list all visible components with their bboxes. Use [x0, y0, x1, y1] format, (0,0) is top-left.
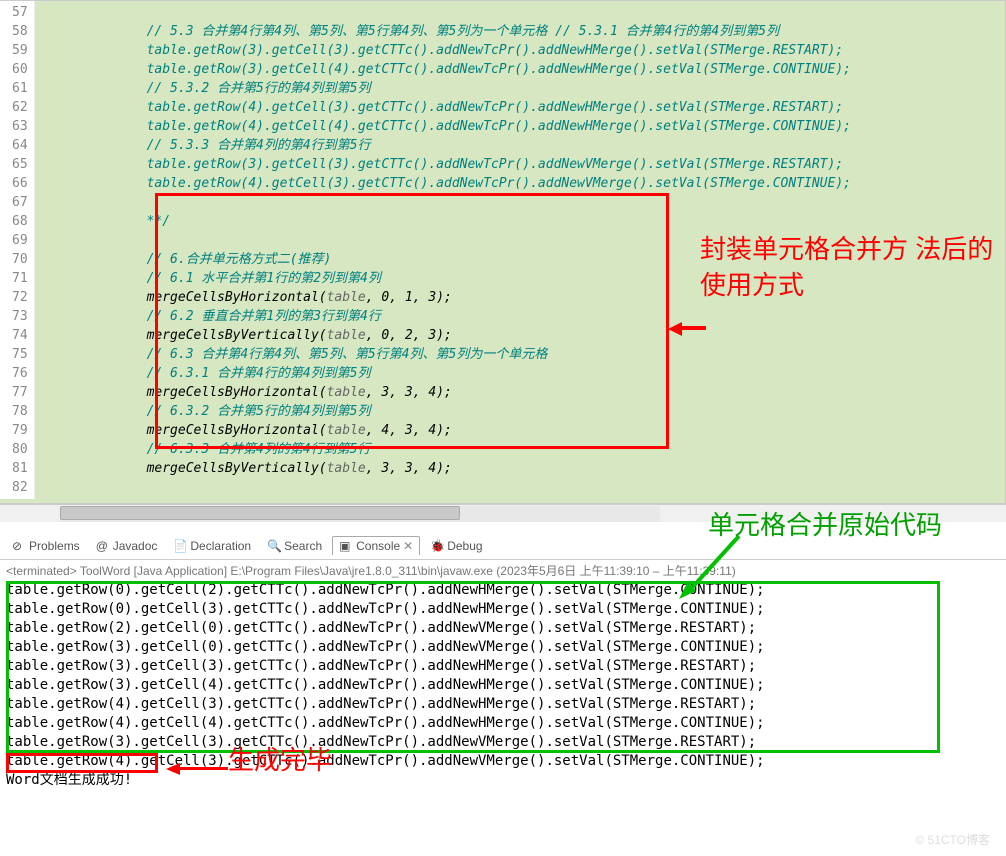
red-arrow-icon — [668, 316, 708, 336]
annotation-encapsulated-merge: 封装单元格合并方 法后的使用方式 — [700, 231, 1005, 303]
code-line[interactable]: **/ — [53, 212, 1005, 231]
code-line[interactable]: mergeCellsByHorizontal(table, 3, 3, 4); — [53, 383, 1005, 402]
code-line[interactable]: // 6.3.1 合并第4行的第4列到第5列 — [53, 364, 1005, 383]
console-line: table.getRow(4).getCell(3).getCTTc().add… — [6, 695, 1000, 714]
code-editor[interactable]: 5758596061626364656667686970717273747576… — [0, 0, 1006, 504]
debug-icon: 🐞 — [430, 539, 444, 553]
console-line: table.getRow(2).getCell(0).getCTTc().add… — [6, 619, 1000, 638]
console-output[interactable]: 生成完毕 table.getRow(0).getCell(2).getCTTc(… — [0, 581, 1006, 796]
scroll-thumb[interactable] — [60, 506, 460, 520]
problems-icon: ⊘ — [12, 539, 26, 553]
line-number: 64 — [12, 136, 28, 155]
code-line[interactable] — [53, 3, 1005, 22]
line-number: 68 — [12, 212, 28, 231]
console-icon: ▣ — [339, 539, 353, 553]
code-line[interactable] — [53, 478, 1005, 497]
code-line[interactable]: mergeCellsByHorizontal(table, 4, 3, 4); — [53, 421, 1005, 440]
line-number: 65 — [12, 155, 28, 174]
code-line[interactable]: // 6.3.3 合并第4列的第4行到第5行 — [53, 440, 1005, 459]
line-number: 62 — [12, 98, 28, 117]
line-number: 78 — [12, 402, 28, 421]
line-number: 72 — [12, 288, 28, 307]
tab-label: Debug — [447, 539, 482, 553]
line-gutter: 5758596061626364656667686970717273747576… — [0, 1, 35, 499]
console-line: table.getRow(3).getCell(3).getCTTc().add… — [6, 733, 1000, 752]
console-line: table.getRow(3).getCell(0).getCTTc().add… — [6, 638, 1000, 657]
line-number: 79 — [12, 421, 28, 440]
tab-label: Search — [284, 539, 322, 553]
console-line: table.getRow(0).getCell(3).getCTTc().add… — [6, 600, 1000, 619]
line-number: 76 — [12, 364, 28, 383]
line-number: 67 — [12, 193, 28, 212]
line-number: 59 — [12, 41, 28, 60]
code-line[interactable]: // 6.3 合并第4行第4列、第5列、第5行第4列、第5列为一个单元格 — [53, 345, 1005, 364]
tab-search[interactable]: 🔍Search — [261, 537, 328, 555]
code-line[interactable]: // 5.3.3 合并第4列的第4行到第5行 — [53, 136, 1005, 155]
line-number: 71 — [12, 269, 28, 288]
tab-problems[interactable]: ⊘Problems — [6, 537, 86, 555]
tab-javadoc[interactable]: @Javadoc — [90, 537, 164, 555]
tab-label: Javadoc — [113, 539, 158, 553]
line-number: 77 — [12, 383, 28, 402]
close-icon[interactable]: ✕ — [403, 539, 413, 553]
console-line: table.getRow(3).getCell(4).getCTTc().add… — [6, 676, 1000, 695]
tab-declaration[interactable]: 📄Declaration — [167, 537, 257, 555]
annotation-done: 生成完毕 — [228, 751, 332, 770]
javadoc-icon: @ — [96, 539, 110, 553]
console-line: table.getRow(0).getCell(2).getCTTc().add… — [6, 581, 1000, 600]
code-line[interactable]: table.getRow(4).getCell(4).getCTTc().add… — [53, 117, 1005, 136]
code-line[interactable]: table.getRow(3).getCell(3).getCTTc().add… — [53, 155, 1005, 174]
line-number: 75 — [12, 345, 28, 364]
line-number: 57 — [12, 3, 28, 22]
code-line[interactable]: mergeCellsByVertically(table, 0, 2, 3); — [53, 326, 1005, 345]
code-line[interactable]: // 5.3.2 合并第5行的第4列到第5列 — [53, 79, 1005, 98]
tab-console[interactable]: ▣Console ✕ — [332, 536, 420, 555]
watermark: © 51CTO博客 — [915, 831, 990, 848]
console-line: table.getRow(3).getCell(3).getCTTc().add… — [6, 657, 1000, 676]
code-line[interactable]: table.getRow(3).getCell(3).getCTTc().add… — [53, 41, 1005, 60]
code-line[interactable]: table.getRow(3).getCell(4).getCTTc().add… — [53, 60, 1005, 79]
line-number: 73 — [12, 307, 28, 326]
console-line: table.getRow(4).getCell(4).getCTTc().add… — [6, 714, 1000, 733]
line-number: 81 — [12, 459, 28, 478]
code-line[interactable]: mergeCellsByVertically(table, 3, 3, 4); — [53, 459, 1005, 478]
line-number: 69 — [12, 231, 28, 250]
code-line[interactable]: // 6.2 垂直合并第1列的第3行到第4行 — [53, 307, 1005, 326]
line-number: 66 — [12, 174, 28, 193]
red-arrow-icon-2 — [166, 759, 228, 779]
code-line[interactable]: table.getRow(4).getCell(3).getCTTc().add… — [53, 98, 1005, 117]
line-number: 58 — [12, 22, 28, 41]
code-line[interactable] — [53, 193, 1005, 212]
search-icon: 🔍 — [267, 539, 281, 553]
line-number: 63 — [12, 117, 28, 136]
tab-label: Console — [356, 539, 400, 553]
annotation-original-code: 单元格合并原始代码 — [708, 505, 942, 542]
console-line: Word文档生成成功! — [6, 771, 1000, 790]
tab-label: Declaration — [190, 539, 251, 553]
line-number: 70 — [12, 250, 28, 269]
tab-label: Problems — [29, 539, 80, 553]
line-number: 80 — [12, 440, 28, 459]
declaration-icon: 📄 — [173, 539, 187, 553]
code-line[interactable]: // 6.3.2 合并第5行的第4列到第5列 — [53, 402, 1005, 421]
line-number: 82 — [12, 478, 28, 497]
tab-debug[interactable]: 🐞Debug — [424, 537, 488, 555]
line-number: 74 — [12, 326, 28, 345]
line-number: 60 — [12, 60, 28, 79]
console-line: table.getRow(4).getCell(3).getCTTc().add… — [6, 752, 1000, 771]
line-number: 61 — [12, 79, 28, 98]
code-line[interactable]: // 5.3 合并第4行第4列、第5列、第5行第4列、第5列为一个单元格 // … — [53, 22, 1005, 41]
console-process-info: <terminated> ToolWord [Java Application]… — [0, 560, 1006, 581]
code-line[interactable]: table.getRow(4).getCell(3).getCTTc().add… — [53, 174, 1005, 193]
